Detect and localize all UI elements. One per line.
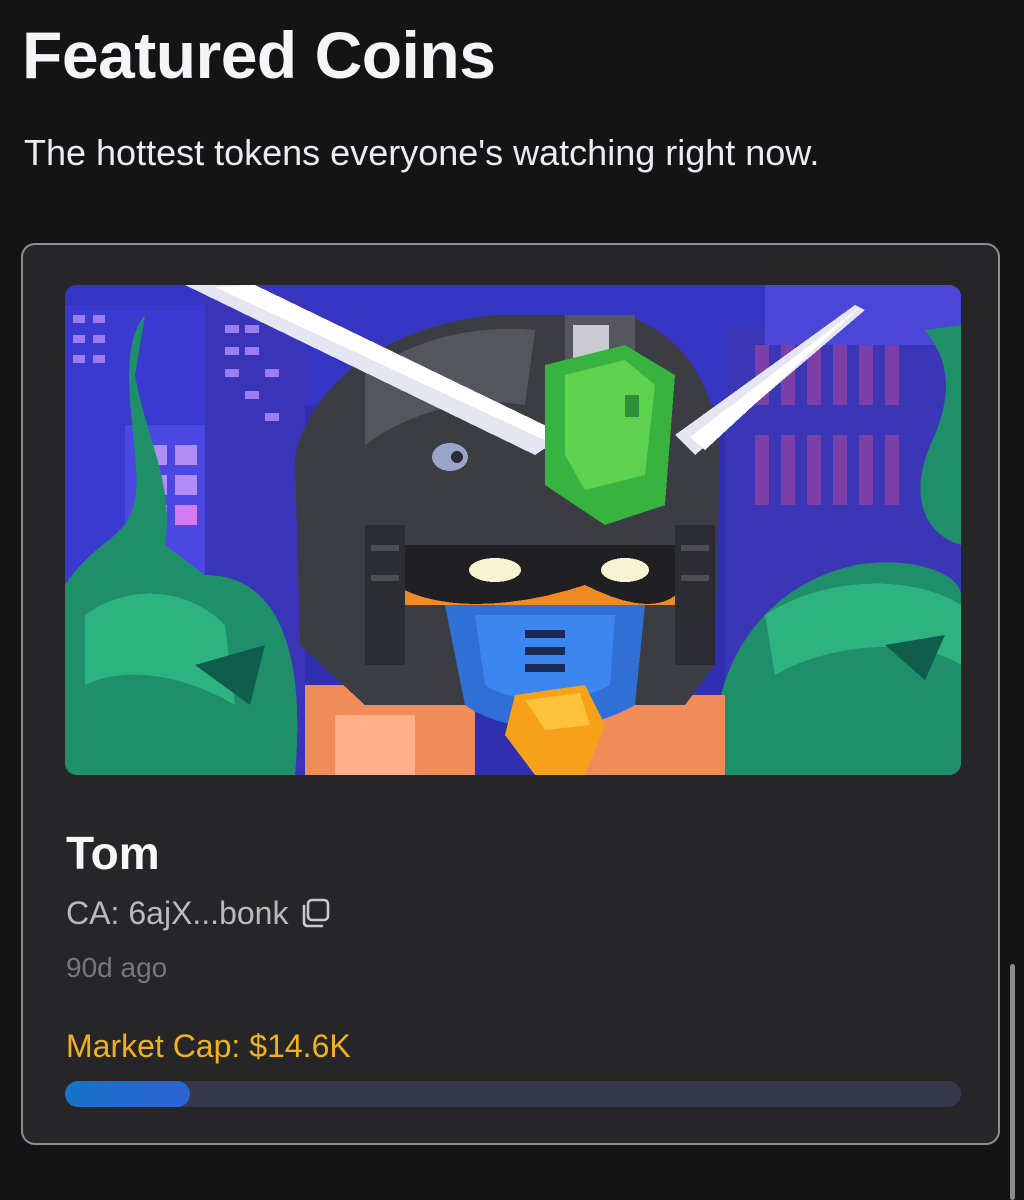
bonding-progress-fill <box>65 1081 191 1107</box>
market-cap-value: $14.6K <box>249 1028 351 1064</box>
coin-name: Tom <box>66 827 160 879</box>
copy-icon[interactable] <box>298 896 332 930</box>
contract-address-value: 6ajX...bonk <box>128 895 289 931</box>
contract-address-row: CA: 6ajX...bonk <box>66 893 332 933</box>
contract-address-prefix: CA: <box>66 895 120 931</box>
market-cap: Market Cap: $14.6K <box>66 1025 351 1067</box>
page-scrollbar[interactable] <box>1010 964 1015 1200</box>
page-subtitle: The hottest tokens everyone's watching r… <box>24 132 820 173</box>
coin-age: 90d ago <box>66 952 168 983</box>
coin-artwork-image[interactable] <box>65 285 961 775</box>
featured-coin-card[interactable]: Tom CA: 6ajX...bonk 90d ago Market Cap: … <box>21 243 1000 1145</box>
bonding-progress-bar <box>65 1081 961 1107</box>
market-cap-label: Market Cap: <box>66 1028 241 1064</box>
page-title: Featured Coins <box>22 18 496 92</box>
